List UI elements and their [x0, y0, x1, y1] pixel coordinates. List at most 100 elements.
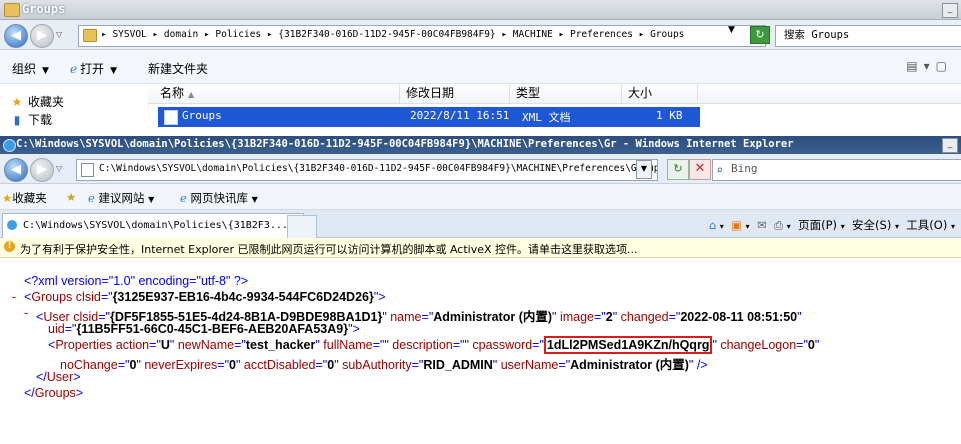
- chevron-down-icon: ▾: [840, 222, 845, 231]
- organize-button[interactable]: 组织 ▼: [12, 60, 49, 77]
- refresh-button[interactable]: ↻: [750, 26, 770, 44]
- ie-back-button[interactable]: ◀: [4, 158, 28, 182]
- xml-groups-close: </Groups>: [24, 386, 84, 400]
- favorites-button[interactable]: ★收藏夹: [2, 190, 47, 206]
- ie-url-text: C:\Windows\SYSVOL\domain\Policies\{31B2F…: [99, 163, 658, 174]
- ie-icon: [7, 220, 17, 230]
- ie-information-bar[interactable]: ! 为了有利于保护安全性，Internet Explorer 已限制此网页运行可…: [0, 238, 961, 258]
- ie-command-bar: ⌂ ▾ ▣ ▾ ✉ ⎙ ▾ 页面(P) ▾ 安全(S) ▾ 工具(O) ▾: [709, 217, 955, 233]
- xml-groups-element: - <Groups clsid="{3125E937-EB16-4b4c-9934…: [12, 290, 386, 304]
- explorer-search-input[interactable]: 搜索 Groups: [775, 25, 961, 47]
- explorer-title-bar: Groups _: [0, 0, 961, 20]
- compatibility-button[interactable]: ↻: [667, 159, 689, 180]
- chevron-down-icon: ▼: [251, 195, 258, 204]
- ie-tab-label: C:\Windows\SYSVOL\domain\Policies\{31B2F…: [23, 220, 288, 231]
- open-label: 打开: [80, 62, 105, 76]
- file-list-header: 名称 ▲ 修改日期 类型 大小: [148, 84, 961, 104]
- column-name-label: 名称: [160, 86, 185, 100]
- document-icon: [81, 163, 94, 177]
- page-menu[interactable]: 页面(P): [798, 218, 837, 232]
- add-favorite-icon[interactable]: ★: [66, 190, 76, 204]
- column-date[interactable]: 修改日期: [400, 84, 510, 104]
- chevron-down-icon: ▼: [110, 66, 118, 76]
- sort-up-icon: ▲: [188, 90, 195, 99]
- column-name[interactable]: 名称 ▲: [148, 84, 400, 104]
- explorer-path-text: ▸ SYSVOL ▸ domain ▸ Policies ▸ {31B2F340…: [101, 29, 685, 40]
- forward-button[interactable]: ▶: [30, 24, 54, 48]
- organize-label: 组织: [12, 62, 37, 76]
- folder-icon: [83, 29, 97, 42]
- nav-item-favorites[interactable]: ★ 收藏夹: [10, 93, 64, 110]
- mail-icon[interactable]: ✉: [757, 218, 767, 232]
- prop-neverexpires: 0: [229, 358, 236, 372]
- search-icon: ⌕: [716, 163, 724, 177]
- xml-properties-element: <Properties action="U" newName="test_hac…: [48, 336, 820, 354]
- print-icon[interactable]: ⎙: [774, 218, 783, 232]
- ie-icon: ℯ: [180, 191, 187, 205]
- safety-menu[interactable]: 安全(S): [852, 218, 891, 232]
- explorer-address-bar: ◀ ▶ ▽ ▸ SYSVOL ▸ domain ▸ Policies ▸ {31…: [0, 20, 961, 50]
- explorer-path-input[interactable]: ▸ SYSVOL ▸ domain ▸ Policies ▸ {31B2F340…: [78, 25, 766, 47]
- prop-action: U: [160, 338, 170, 352]
- open-button[interactable]: ℯ 打开 ▼: [70, 60, 117, 77]
- history-chevron-icon[interactable]: ▽: [56, 164, 62, 173]
- info-bar-text: 为了有利于保护安全性，Internet Explorer 已限制此网页运行可以访…: [20, 243, 638, 256]
- column-type[interactable]: 类型: [510, 84, 622, 104]
- user-uid: {11B5FF51-66C0-45C1-BEF6-AEB20AFA53A9}: [76, 322, 349, 336]
- nav-item-label: 收藏夹: [28, 95, 65, 109]
- suggested-sites-label: 建议网站: [98, 191, 145, 205]
- xml-user-close: </User>: [36, 370, 81, 384]
- new-folder-button[interactable]: 新建文件夹: [148, 60, 208, 77]
- collapse-toggle[interactable]: -: [24, 306, 28, 320]
- ie-url-input[interactable]: C:\Windows\SYSVOL\domain\Policies\{31B2F…: [76, 159, 658, 181]
- star-icon: ★: [11, 95, 23, 109]
- file-row[interactable]: Groups 2022/8/11 16:51 XML 文档 1 KB: [158, 107, 700, 127]
- home-icon[interactable]: ⌂: [709, 218, 716, 232]
- rss-icon[interactable]: ▣: [731, 218, 742, 232]
- stop-button[interactable]: ✕: [689, 159, 711, 180]
- ie-search-input[interactable]: ⌕ Bing: [712, 159, 961, 181]
- favorites-label: 收藏夹: [12, 191, 47, 205]
- chevron-down-icon: ▾: [786, 222, 791, 231]
- chevron-down-icon: ▾: [950, 222, 955, 231]
- minimize-button[interactable]: _: [942, 3, 958, 18]
- new-tab-button[interactable]: [287, 215, 317, 238]
- file-size: 1 KB: [656, 109, 683, 122]
- ie-minimize-button[interactable]: _: [942, 138, 958, 153]
- prop-subauthority: RID_ADMIN: [423, 358, 493, 372]
- suggested-sites-link[interactable]: ℯ 建议网站 ▼: [88, 190, 154, 206]
- prop-changelogon: 0: [807, 338, 815, 352]
- web-slice-link[interactable]: ℯ 网页快讯库 ▼: [180, 190, 258, 206]
- ie-tab-active[interactable]: C:\Windows\SYSVOL\domain\Policies\{31B2F…: [2, 213, 304, 239]
- nav-item-label: 下载: [28, 113, 53, 127]
- ie-icon: ℯ: [70, 62, 78, 76]
- cpassword-highlight: 1dLl2PMSed1A9KZn/hQqrg: [543, 336, 713, 354]
- chevron-down-icon: ▾: [894, 222, 899, 231]
- ie-title: C:\Windows\SYSVOL\domain\Policies\{31B2F…: [16, 138, 794, 150]
- xml-document-view: <?xml version="1.0" encoding="utf-8" ?> …: [0, 270, 961, 444]
- xml-file-icon: [164, 110, 178, 125]
- groups-clsid: {3125E937-EB16-4b4c-9934-544FC6D24D26}: [112, 290, 374, 304]
- xml-declaration: <?xml version="1.0" encoding="utf-8" ?>: [24, 274, 249, 288]
- user-name: Administrator (内置): [433, 310, 553, 324]
- history-chevron-icon[interactable]: ▽: [56, 30, 62, 39]
- ie-title-bar: C:\Windows\SYSVOL\domain\Policies\{31B2F…: [0, 136, 961, 154]
- view-options-icon[interactable]: ▤▾▢: [906, 59, 953, 73]
- column-size[interactable]: 大小: [622, 84, 698, 104]
- collapse-toggle[interactable]: -: [12, 290, 16, 304]
- star-icon: ★: [2, 191, 13, 205]
- tools-menu[interactable]: 工具(O): [906, 218, 947, 232]
- file-name: Groups: [182, 109, 222, 122]
- ie-forward-button[interactable]: ▶: [30, 158, 54, 182]
- download-icon: ▮: [13, 113, 21, 127]
- explorer-search-text: 搜索 Groups: [784, 29, 850, 41]
- explorer-title: Groups: [22, 2, 66, 16]
- nav-item-downloads[interactable]: ▮ 下载: [10, 111, 52, 128]
- back-button[interactable]: ◀: [4, 24, 28, 48]
- file-type: XML 文档: [522, 111, 571, 124]
- url-dropdown-button[interactable]: ▼: [636, 160, 652, 179]
- ie-search-text: Bing: [731, 162, 758, 175]
- path-dropdown-icon[interactable]: ▼: [728, 25, 735, 35]
- prop-newname: test_hacker: [245, 338, 316, 352]
- chevron-down-icon: ▼: [42, 66, 49, 76]
